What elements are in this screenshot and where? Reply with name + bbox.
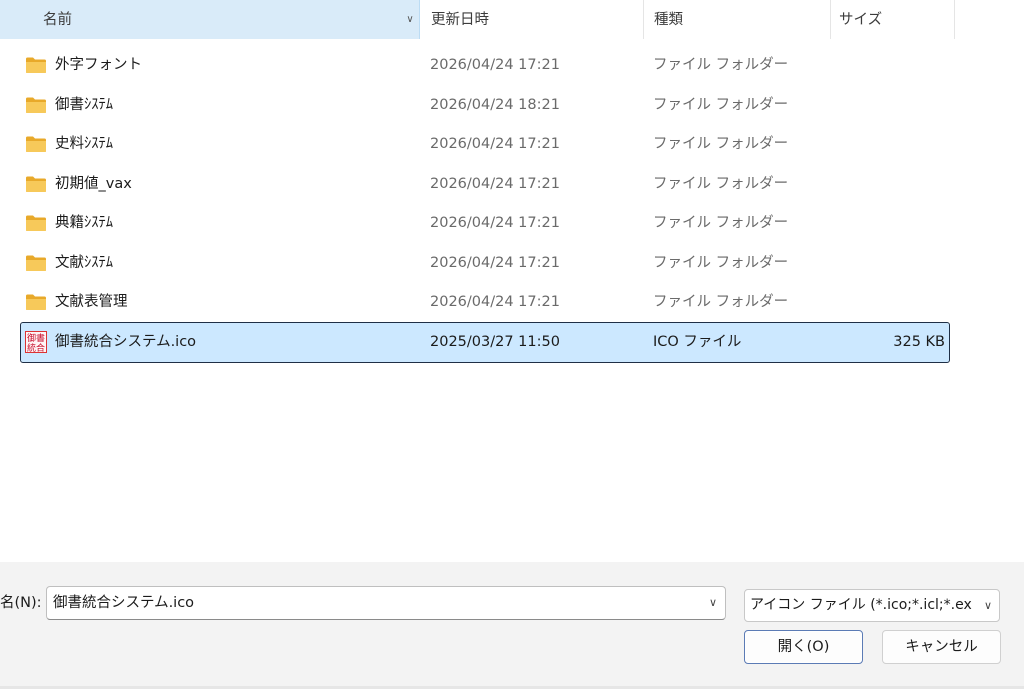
file-size [800, 46, 945, 85]
chevron-down-icon[interactable]: ∨ [709, 587, 717, 619]
file-type: ファイル フォルダー [653, 96, 789, 113]
folder-icon [25, 175, 47, 193]
file-size [800, 204, 945, 243]
column-filter-chevron-icon[interactable]: ∨ [400, 0, 420, 39]
file-date: 2026/04/24 17:21 [430, 215, 560, 231]
filename-input-value: 御書統合システム.ico [53, 595, 195, 611]
file-name: 文献ｼｽﾃﾑ [55, 254, 113, 271]
column-header-size-label: サイズ [839, 12, 883, 28]
file-type: ファイル フォルダー [653, 254, 789, 271]
filename-label: 名(N): [0, 595, 42, 611]
file-type: ファイル フォルダー [653, 136, 789, 152]
column-header-name-label: 名前 [43, 12, 72, 28]
file-name: 典籍ｼｽﾃﾑ [55, 215, 113, 231]
file-row[interactable]: 典籍ｼｽﾃﾑ 2026/04/24 17:21 ファイル フォルダー [0, 204, 1024, 244]
open-button[interactable]: 開く(O) [744, 630, 863, 664]
file-name: 御書統合システム.ico [55, 333, 197, 350]
filename-input[interactable]: 御書統合システム.ico ∨ [46, 586, 726, 620]
sort-ascending-icon: ^ [220, 0, 232, 7]
file-row[interactable]: 史料ｼｽﾃﾑ 2026/04/24 17:21 ファイル フォルダー [0, 125, 1024, 165]
file-type: ファイル フォルダー [653, 215, 789, 231]
file-name: 文献表管理 [55, 294, 128, 310]
ico-file-icon: 御書統合 [25, 330, 47, 354]
dialog-footer: 名(N): 御書統合システム.ico ∨ アイコン ファイル (*.ico;*.… [0, 562, 1024, 689]
filetype-select[interactable]: アイコン ファイル (*.ico;*.icl;*.exe;*. ∨ [744, 589, 1000, 622]
folder-icon [25, 254, 47, 272]
cancel-button[interactable]: キャンセル [882, 630, 1001, 664]
file-type: ICO ファイル [653, 333, 742, 350]
file-size [800, 125, 945, 164]
file-name: 初期値_vax [55, 175, 132, 192]
folder-icon [25, 56, 47, 74]
file-list: 外字フォント 2026/04/24 17:21 ファイル フォルダー 御書ｼｽﾃ… [0, 46, 1024, 363]
file-date: 2026/04/24 18:21 [430, 96, 560, 113]
column-header-bar: ^ 名前 ∨ 更新日時 種類 サイズ [0, 0, 1024, 39]
column-header-date-label: 更新日時 [431, 12, 489, 28]
file-type: ファイル フォルダー [653, 175, 789, 192]
file-date: 2026/04/24 17:21 [430, 175, 560, 192]
file-name: 御書ｼｽﾃﾑ [55, 96, 113, 113]
file-row-selected[interactable]: 御書統合 御書統合システム.ico 2025/03/27 11:50 ICO フ… [20, 321, 950, 363]
file-size [800, 283, 945, 322]
file-row[interactable]: 御書ｼｽﾃﾑ 2026/04/24 18:21 ファイル フォルダー [0, 86, 1024, 126]
file-name: 外字フォント [55, 57, 142, 73]
file-type: ファイル フォルダー [653, 294, 789, 310]
file-size [800, 86, 945, 125]
file-size: 325 KB [893, 333, 945, 350]
file-size [800, 244, 945, 283]
folder-icon [25, 214, 47, 232]
column-header-name[interactable]: ^ 名前 [0, 0, 420, 39]
chevron-down-icon[interactable]: ∨ [984, 590, 992, 621]
folder-icon [25, 135, 47, 153]
file-row[interactable]: 初期値_vax 2026/04/24 17:21 ファイル フォルダー [0, 165, 1024, 205]
column-header-type-label: 種類 [654, 12, 683, 28]
ico-icon-text-top: 御書統合 [27, 332, 45, 353]
file-date: 2026/04/24 17:21 [430, 136, 560, 152]
file-date: 2026/04/24 17:21 [430, 294, 560, 310]
file-name: 史料ｼｽﾃﾑ [55, 136, 113, 152]
file-row[interactable]: 文献表管理 2026/04/24 17:21 ファイル フォルダー [0, 283, 1024, 323]
folder-icon [25, 293, 47, 311]
column-header-size[interactable]: サイズ [831, 0, 955, 39]
file-type: ファイル フォルダー [653, 57, 789, 73]
file-date: 2025/03/27 11:50 [430, 333, 560, 350]
file-row[interactable]: 文献ｼｽﾃﾑ 2026/04/24 17:21 ファイル フォルダー [0, 244, 1024, 284]
file-row[interactable]: 外字フォント 2026/04/24 17:21 ファイル フォルダー [0, 46, 1024, 86]
file-size [800, 165, 945, 204]
column-header-date[interactable]: 更新日時 [421, 0, 644, 39]
file-date: 2026/04/24 17:21 [430, 57, 560, 73]
column-header-type[interactable]: 種類 [644, 0, 831, 39]
folder-icon [25, 96, 47, 114]
file-date: 2026/04/24 17:21 [430, 254, 560, 271]
filetype-select-value: アイコン ファイル (*.ico;*.icl;*.exe;*. [750, 597, 972, 613]
